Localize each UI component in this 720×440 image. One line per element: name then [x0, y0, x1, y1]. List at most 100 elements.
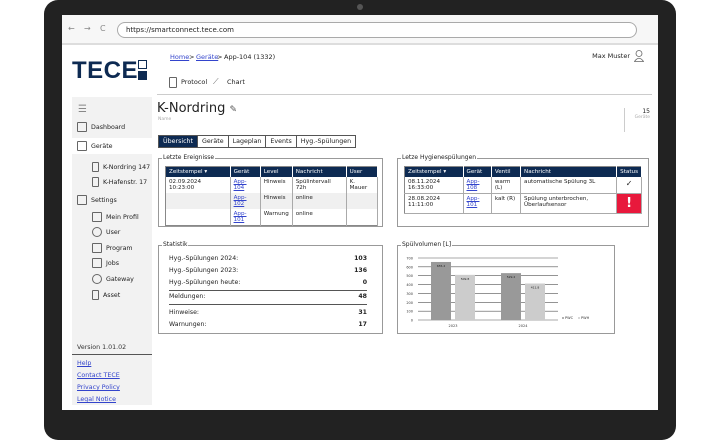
protocol-button[interactable]: Protocol	[181, 78, 207, 86]
tab-geraete[interactable]: Geräte	[197, 135, 229, 148]
tab-lageplan[interactable]: Lageplan	[227, 135, 267, 148]
chart-panel: Spülvolumen [L] 0 100 200 300 400 500 600 700 20…	[397, 241, 615, 334]
tab-hyg-spuelungen[interactable]: Hyg.-Spülungen	[295, 135, 357, 148]
table-row: 28.08.2024 11:11:00 App-101 kalt (R) Spülun…	[404, 193, 642, 214]
check-icon: ✓	[625, 179, 633, 188]
bar	[431, 261, 451, 320]
table-cell: Spülung unterbrochen, Überlaufsensor	[520, 193, 618, 214]
device-link[interactable]: App-104	[234, 179, 247, 191]
col-zeitstempel[interactable]: Zeitstempel ▾	[404, 166, 464, 177]
bar	[455, 274, 475, 320]
table-cell: App-104	[230, 177, 261, 193]
y-tick-label: 700	[406, 257, 413, 261]
divider	[157, 94, 652, 95]
protocol-icon[interactable]	[169, 77, 177, 88]
help-link[interactable]: Help	[77, 360, 91, 367]
reload-icon[interactable]: C	[100, 24, 106, 33]
flushes-panel: Letze Hygienespülungen Zeitstempel ▾ Gerä…	[397, 154, 649, 227]
device-link[interactable]: App-102	[234, 195, 247, 207]
contact-link[interactable]: Contact TECE	[77, 372, 120, 379]
chart-button[interactable]: Chart	[227, 78, 245, 86]
divider	[72, 354, 152, 355]
stat-row: Warnungen: 17	[169, 321, 367, 328]
events-table: Zeitstempel ▾ Gerät Level Nachricht User 02.…	[165, 166, 379, 226]
y-tick-label: 500	[406, 274, 413, 278]
y-tick-label: 400	[406, 283, 413, 287]
cell-text: 28.08.2024 11:11:00	[408, 196, 441, 208]
user-icon[interactable]	[634, 50, 644, 62]
privacy-link[interactable]: Privacy Policy	[77, 384, 120, 391]
back-icon[interactable]: ←	[68, 24, 75, 33]
tece-logo[interactable]: TECE	[72, 57, 138, 85]
cell-text: online	[295, 211, 313, 217]
table-cell: Warnung	[260, 209, 293, 226]
col-geraet[interactable]: Gerät	[230, 166, 261, 177]
stat-row: Hinweise: 31	[169, 309, 367, 316]
device-link[interactable]: App-101	[467, 196, 480, 208]
device-link[interactable]: App-101	[234, 211, 247, 223]
col-nachricht[interactable]: Nachricht	[292, 166, 347, 177]
sidebar-item-program[interactable]: Program	[92, 243, 133, 253]
stat-value: 136	[354, 267, 367, 274]
col-level[interactable]: Level	[260, 166, 293, 177]
device-icon	[92, 290, 99, 300]
globe-icon	[92, 274, 102, 284]
table-cell: 28.08.2024 11:11:00	[404, 193, 464, 214]
user-name[interactable]: Max Muster	[592, 52, 630, 60]
data-label: 509.8	[461, 277, 470, 281]
sidebar-item-asset[interactable]: Asset	[92, 290, 120, 300]
device-link[interactable]: App-108	[467, 179, 480, 191]
forward-icon[interactable]: →	[84, 24, 91, 33]
stat-row: Hyg.-Spülungen 2023: 136	[169, 267, 367, 274]
breadcrumb-geraete[interactable]: Geräte	[196, 53, 218, 61]
cell-text: automatische Spülung 3L	[524, 179, 596, 185]
data-label: 411.8	[531, 286, 540, 290]
breadcrumb-sep: >	[189, 53, 195, 61]
y-tick-label: 200	[406, 301, 413, 305]
sidebar-item-mein-profil[interactable]: Mein Profil	[92, 212, 139, 222]
sidebar-item-k-nordring[interactable]: K-Nordring 147	[92, 162, 150, 172]
label: Asset	[103, 291, 121, 299]
page-title: K-Nordring ✎	[157, 101, 237, 116]
edit-icon[interactable]: ✎	[230, 105, 238, 115]
label: Jobs	[106, 259, 119, 267]
stat-label: Meldungen:	[169, 293, 206, 300]
col-zeitstempel[interactable]: Zeitstempel ▾	[165, 166, 231, 177]
sidebar-item-geraete[interactable]: Geräte	[72, 138, 152, 154]
statistics-panel: Statistik Hyg.-Spülungen 2024: 103 Hyg.-S…	[158, 241, 383, 334]
sidebar-item-user[interactable]: User	[92, 227, 120, 237]
breadcrumb-sep: >	[217, 53, 223, 61]
table-cell: warm (L)	[491, 177, 522, 194]
col-ventil[interactable]: Ventil	[491, 166, 522, 177]
tab-events[interactable]: Events	[265, 135, 297, 148]
table-cell: Hinweis	[260, 177, 293, 193]
breadcrumb-home[interactable]: Home	[170, 53, 189, 61]
legal-link[interactable]: Legal Notice	[77, 396, 116, 403]
sidebar-item-settings[interactable]: Settings	[77, 195, 117, 205]
url-bar[interactable]: https://smartconnect.tece.com	[117, 22, 637, 38]
x-tick-label: 2023	[449, 324, 458, 328]
count: 15	[642, 108, 650, 115]
briefcase-icon	[92, 258, 102, 268]
tabs: Übersicht Geräte Lageplan Events Hyg.-Sp…	[158, 135, 357, 148]
table-cell: 02.09.2024 10:23:00	[165, 177, 231, 193]
menu-icon[interactable]: ☰	[78, 104, 87, 115]
camera	[357, 4, 363, 10]
tab-uebersicht[interactable]: Übersicht	[158, 135, 199, 148]
sidebar-item-gateway[interactable]: Gateway	[92, 274, 134, 284]
sidebar-item-jobs[interactable]: Jobs	[92, 258, 119, 268]
col-geraet[interactable]: Gerät	[463, 166, 492, 177]
stat-label: Warnungen:	[169, 321, 207, 328]
panel-legend: Statistik	[162, 241, 189, 248]
legend-marker	[562, 317, 564, 319]
name-label: Name	[158, 117, 172, 122]
events-panel: Letzte Ereignisse Zeitstempel ▾ Gerät Leve…	[158, 154, 383, 227]
col-status[interactable]: Status	[616, 166, 642, 177]
cell-text: Spülintervall 72h	[295, 179, 331, 191]
chart-icon[interactable]: ⟋	[213, 77, 219, 87]
user-icon	[92, 227, 102, 237]
sidebar-item-k-hafenstr[interactable]: K-Hafenstr. 17	[92, 177, 147, 187]
col-nachricht[interactable]: Nachricht	[520, 166, 618, 177]
sidebar-item-dashboard[interactable]: Dashboard	[77, 122, 125, 132]
col-user[interactable]: User	[346, 166, 379, 177]
